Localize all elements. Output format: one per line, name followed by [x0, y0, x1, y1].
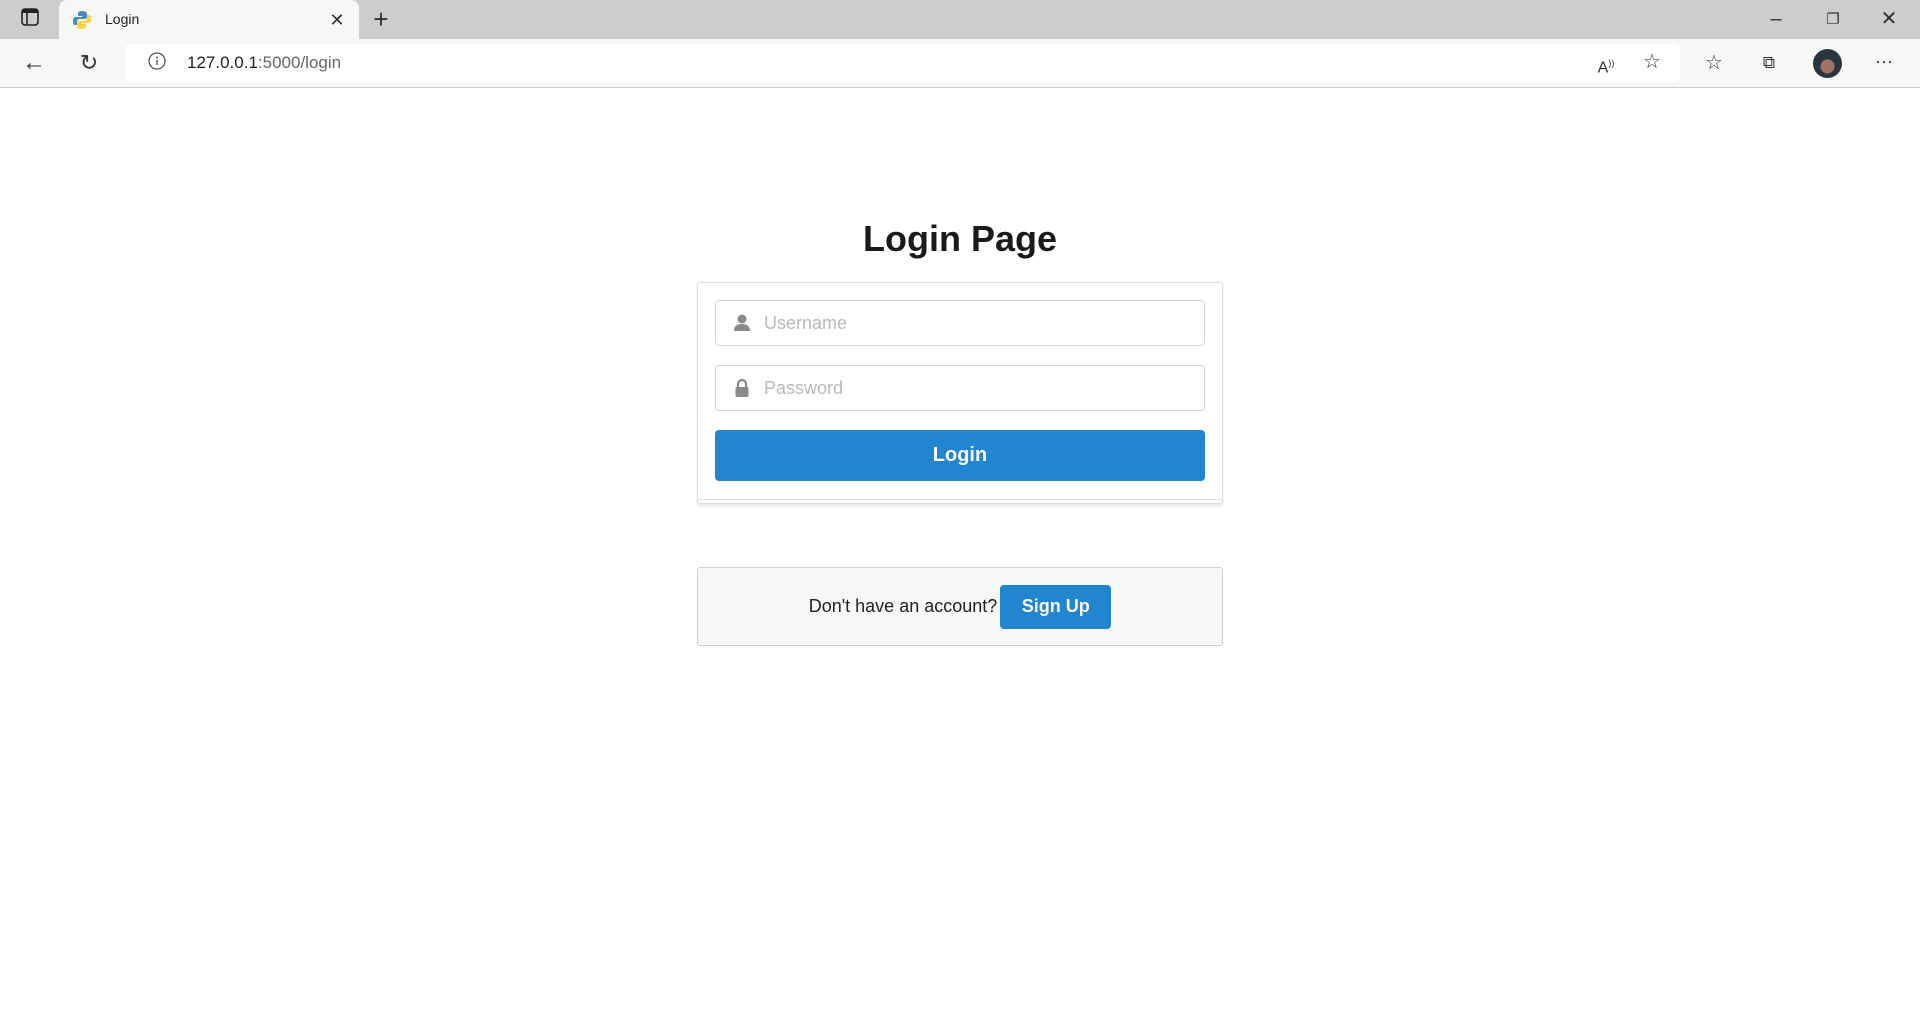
lock-icon	[735, 378, 749, 397]
python-icon	[72, 10, 92, 35]
refresh-icon[interactable]: ↻	[75, 51, 103, 75]
page-title: Login Page	[862, 218, 1057, 259]
signup-prompt: Don't have an account?	[808, 596, 998, 616]
address-bar[interactable]: 127.0.0.1:5000/login A)) ☆	[125, 44, 1680, 82]
username-input[interactable]	[764, 312, 1184, 334]
read-aloud-icon[interactable]: A))	[1592, 51, 1620, 76]
restore-icon[interactable]: ❐	[1819, 8, 1847, 32]
more-icon[interactable]: ···	[1870, 49, 1898, 73]
favorites-icon[interactable]: ☆	[1700, 51, 1728, 75]
back-icon[interactable]: ←	[20, 51, 48, 75]
browser-tab[interactable]: Login ✕	[59, 0, 359, 39]
close-icon[interactable]: ✕	[323, 8, 351, 32]
url-path: :5000/login	[257, 53, 342, 72]
profile-avatar[interactable]	[1813, 49, 1842, 78]
window-close-icon[interactable]: ✕	[1875, 7, 1903, 31]
new-tab-icon[interactable]: +	[367, 6, 395, 32]
info-icon[interactable]	[143, 51, 171, 75]
signup-message: Don't have an account? Sign Up	[697, 567, 1223, 646]
minimize-icon[interactable]: –	[1762, 7, 1790, 31]
username-field[interactable]	[715, 300, 1205, 346]
signup-button[interactable]: Sign Up	[1000, 584, 1112, 629]
add-favorite-icon[interactable]: ☆	[1638, 50, 1666, 74]
user-icon	[734, 314, 750, 331]
tab-title: Login	[105, 11, 140, 27]
login-button[interactable]: Login	[715, 430, 1205, 481]
sidebar-toggle-icon[interactable]	[16, 8, 44, 32]
password-input[interactable]	[764, 377, 1184, 399]
login-form: Login	[697, 282, 1223, 504]
tab-bar: Login ✕ + – ❐ ✕	[0, 0, 1920, 39]
collections-icon[interactable]: ⧉	[1755, 51, 1783, 75]
url-host: 127.0.0.1	[187, 53, 258, 72]
browser-toolbar: ← ↻ 127.0.0.1:5000/login A)) ☆ ☆ ⧉ ···	[0, 39, 1920, 88]
password-field[interactable]	[715, 365, 1205, 411]
